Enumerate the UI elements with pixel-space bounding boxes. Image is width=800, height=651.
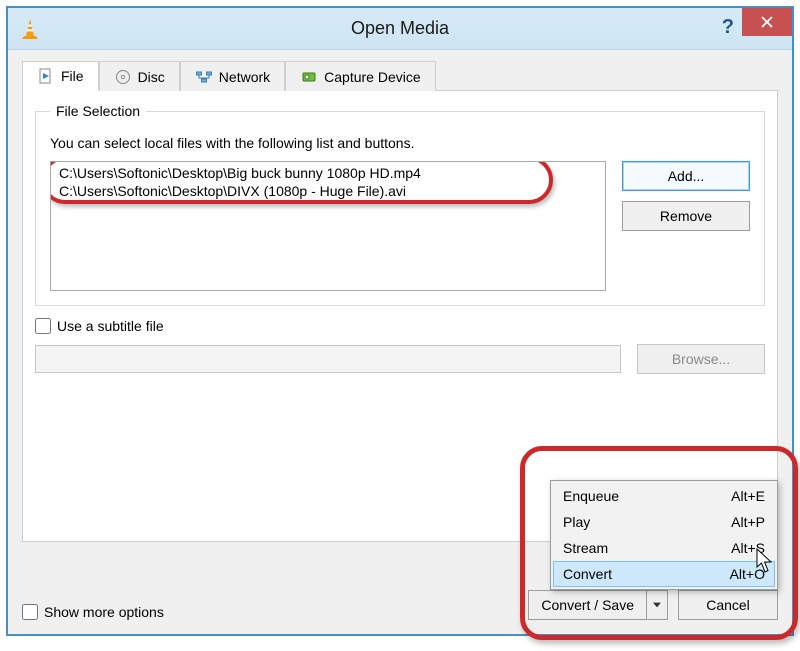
add-button[interactable]: Add... — [622, 161, 750, 191]
tab-label: Disc — [138, 69, 165, 85]
tabstrip: File Disc — [22, 61, 436, 91]
tab-file[interactable]: File — [22, 61, 99, 91]
network-icon — [195, 68, 213, 86]
menu-item-play[interactable]: Play Alt+P — [553, 509, 775, 535]
file-play-icon — [37, 67, 55, 85]
use-subtitle-checkbox[interactable] — [35, 318, 51, 334]
window-title: Open Media — [8, 18, 792, 39]
file-selection-legend: File Selection — [50, 103, 146, 119]
file-item[interactable]: C:\Users\Softonic\Desktop\DIVX (1080p - … — [51, 182, 605, 200]
file-item[interactable]: C:\Users\Softonic\Desktop\Big buck bunny… — [51, 164, 605, 182]
tab-capture-device[interactable]: Capture Device — [285, 61, 436, 91]
capture-device-icon — [300, 68, 318, 86]
tab-label: Capture Device — [324, 69, 421, 85]
convert-save-splitbutton[interactable]: Convert / Save — [528, 590, 668, 620]
remove-button[interactable]: Remove — [622, 201, 750, 231]
tab-label: File — [61, 68, 84, 84]
titlebar: Open Media ? — [8, 8, 792, 50]
menu-item-stream[interactable]: Stream Alt+S — [553, 535, 775, 561]
tab-label: Network — [219, 69, 270, 85]
menu-accel: Alt+S — [731, 540, 765, 556]
tab-disc[interactable]: Disc — [99, 61, 180, 91]
menu-item-convert[interactable]: Convert Alt+O — [553, 561, 775, 587]
tab-panel: File Disc — [22, 90, 778, 542]
browse-subtitle-button: Browse... — [637, 344, 765, 374]
convert-save-menu: Enqueue Alt+E Play Alt+P Stream Alt+S Co… — [550, 480, 778, 590]
close-button[interactable] — [742, 8, 792, 36]
open-media-window: Open Media ? — [0, 0, 800, 651]
file-list[interactable]: C:\Users\Softonic\Desktop\Big buck bunny… — [50, 161, 606, 291]
show-more-label: Show more options — [44, 604, 164, 620]
convert-save-dropdown-icon[interactable] — [646, 590, 668, 620]
menu-accel: Alt+E — [731, 488, 765, 504]
vlc-cone-icon — [20, 18, 40, 40]
tab-network[interactable]: Network — [180, 61, 285, 91]
convert-save-button[interactable]: Convert / Save — [528, 590, 646, 620]
use-subtitle-label: Use a subtitle file — [57, 318, 164, 334]
menu-accel: Alt+P — [731, 514, 765, 530]
cancel-button[interactable]: Cancel — [678, 590, 778, 620]
help-icon[interactable]: ? — [722, 16, 734, 39]
subtitle-path-input — [35, 345, 621, 373]
menu-accel: Alt+O — [730, 566, 765, 582]
menu-item-enqueue[interactable]: Enqueue Alt+E — [553, 483, 775, 509]
file-selection-group: File Selection You can select local file… — [35, 103, 765, 306]
show-more-checkbox[interactable] — [22, 604, 38, 620]
file-selection-hint: You can select local files with the foll… — [50, 135, 750, 151]
show-more-options[interactable]: Show more options — [22, 604, 164, 620]
disc-icon — [114, 68, 132, 86]
client-area: File Disc — [8, 50, 792, 634]
